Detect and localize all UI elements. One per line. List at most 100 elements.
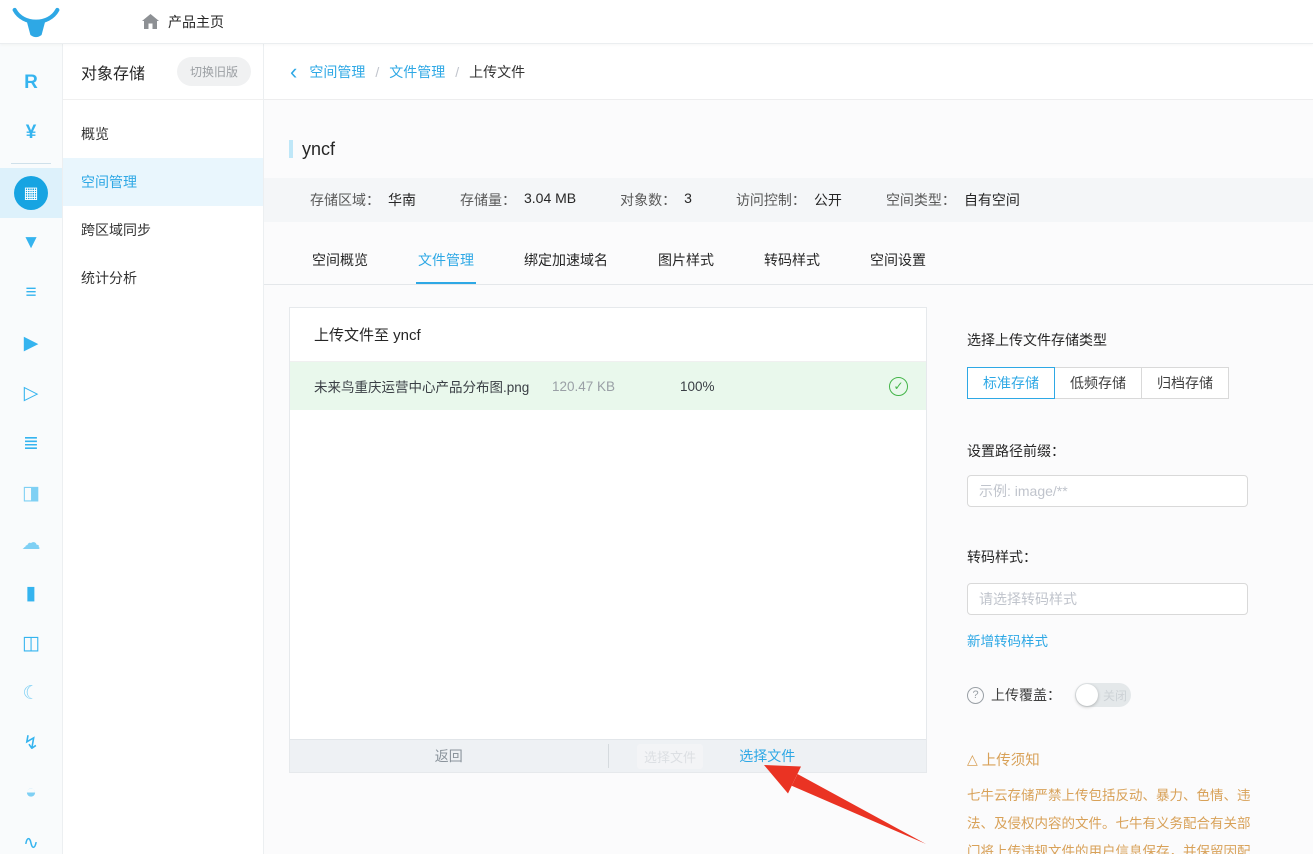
qiniu-logo-icon[interactable] [10,2,62,42]
upload-overwrite-toggle[interactable]: 关闭 [1075,683,1131,707]
page-title: yncf [302,139,335,160]
path-prefix-input[interactable] [967,475,1248,507]
product-home-link[interactable]: 产品主页 [142,12,224,32]
upload-notice-body: 七牛云存储严禁上传包括反动、暴力、色情、违法、及侵权内容的文件。七牛有义务配合有… [967,782,1253,854]
video-doc-glyph: ◨ [22,482,40,505]
moon-icon[interactable]: ☾ [0,668,62,718]
tab-space-settings[interactable]: 空间设置 [868,238,928,284]
page-title-row: yncf [289,136,1313,162]
upload-panel-footer: 返回 选择文件 选择文件 [290,739,926,772]
equalizer-icon[interactable]: ≣ [0,418,62,468]
transcode-style-label: 转码样式： [967,547,1253,567]
book-glyph: ▮ [26,582,36,605]
database-icon[interactable]: ◫ [0,618,62,668]
sidebar-item-statistics[interactable]: 统计分析 [63,254,263,302]
object-storage-sidebar: 对象存储 切换旧版 概览 空间管理 跨区域同步 统计分析 [63,44,264,854]
server-config-icon[interactable]: ≡ [0,268,62,318]
object-storage-icon[interactable]: ▦ [0,168,62,218]
media-processing-glyph: ▷ [24,382,39,405]
back-chevron-icon[interactable]: ‹ [290,61,297,83]
finance-icon[interactable]: ¥ [0,108,62,158]
transcode-style-input[interactable] [967,583,1248,615]
info-region-value: 华南 [388,190,416,210]
info-storage-label: 存储量： [460,190,516,210]
file-size: 120.47 KB [552,379,680,394]
upload-notice-title: 上传须知 [982,749,1040,770]
info-access-control: 访问控制： 公开 [736,190,842,210]
title-accent-bar [289,140,293,158]
warning-icon: △ [967,751,978,768]
sidebar-item-overview[interactable]: 概览 [63,110,263,158]
sidebar-menu: 概览 空间管理 跨区域同步 统计分析 [63,100,263,302]
upload-panel-title: 上传文件至 yncf [290,308,926,362]
product-r-icon[interactable]: R [0,58,62,108]
book-icon[interactable]: ▮ [0,568,62,618]
archive-storage-button[interactable]: 归档存储 [1141,367,1229,399]
cdn-icon[interactable]: ▼ [0,218,62,268]
toggle-state-label: 关闭 [1103,683,1127,707]
info-access-value: 公开 [814,190,842,210]
upload-notice-title-row: △ 上传须知 [967,749,1253,770]
info-storage-value: 3.04 MB [524,190,576,210]
file-name: 未来鸟重庆运营中心产品分布图.png [314,376,552,396]
upload-drop-area[interactable] [290,410,926,739]
database-glyph: ◫ [22,632,40,655]
sidebar-item-cross-region-sync[interactable]: 跨区域同步 [63,206,263,254]
switch-old-version-button[interactable]: 切换旧版 [177,57,251,86]
standard-storage-button[interactable]: 标准存储 [967,367,1055,399]
object-storage-glyph: ▦ [14,176,48,210]
cdn-glyph: ▼ [22,232,41,254]
upload-success-icon: ✓ [889,377,908,396]
rail-divider [0,158,62,168]
back-button[interactable]: 返回 [290,740,608,772]
info-access-label: 访问控制： [736,190,806,210]
file-progress: 100% [680,379,889,394]
bucket-tabs: 空间概览 文件管理 绑定加速域名 图片样式 转码样式 空间设置 [264,238,1313,285]
breadcrumb-separator: / [455,64,459,80]
cable-icon[interactable]: ∿ [0,818,62,854]
tab-bind-domain[interactable]: 绑定加速域名 [522,238,610,284]
info-region-label: 存储区域： [310,190,380,210]
info-space-type-value: 自有空间 [964,190,1020,210]
native-file-input-ghost[interactable]: 选择文件 [637,744,703,769]
sphere-icon[interactable]: ◒ [0,768,62,818]
home-icon [142,14,159,30]
upload-panel: 上传文件至 yncf 未来鸟重庆运营中心产品分布图.png 120.47 KB … [289,307,927,773]
equalizer-glyph: ≣ [23,432,39,455]
finance-glyph: ¥ [26,122,37,144]
sidebar-item-space-management[interactable]: 空间管理 [63,158,263,206]
infrequent-storage-button[interactable]: 低频存储 [1054,367,1142,399]
add-transcode-style-link[interactable]: 新增转码样式 [967,630,1048,650]
upload-overwrite-label: 上传覆盖： [991,685,1061,705]
video-doc-icon[interactable]: ◨ [0,468,62,518]
storage-type-label: 选择上传文件存储类型 [967,330,1253,350]
breadcrumb-current: 上传文件 [469,62,525,82]
breadcrumb-separator: / [375,64,379,80]
storage-type-group: 标准存储 低频存储 归档存储 [967,367,1253,399]
info-storage-size: 存储量： 3.04 MB [460,190,576,210]
info-space-type-label: 空间类型： [886,190,956,210]
lightning-icon[interactable]: ↯ [0,718,62,768]
tab-image-style[interactable]: 图片样式 [656,238,716,284]
cloud-glyph: ☁ [22,532,41,555]
product-icon-rail: R ¥ ▦ ▼ ≡ ▶ ▷ ≣ ◨ ☁ ▮ ◫ ☾ ↯ ◒ ∿ [0,44,63,854]
breadcrumb-space-management[interactable]: 空间管理 [309,62,365,82]
server-config-glyph: ≡ [25,282,36,304]
sidebar-title: 对象存储 [81,60,145,84]
breadcrumb-file-management[interactable]: 文件管理 [389,62,445,82]
info-object-count-label: 对象数： [620,190,676,210]
product-r-glyph: R [24,72,38,94]
help-icon[interactable]: ? [967,687,984,704]
cloud-icon[interactable]: ☁ [0,518,62,568]
tab-transcode-style[interactable]: 转码样式 [762,238,822,284]
media-processing-icon[interactable]: ▷ [0,368,62,418]
upload-overwrite-row: ? 上传覆盖： 关闭 [967,683,1253,707]
uploaded-file-row[interactable]: 未来鸟重庆运营中心产品分布图.png 120.47 KB 100% ✓ [290,362,926,410]
tab-space-overview[interactable]: 空间概览 [310,238,370,284]
info-region: 存储区域： 华南 [310,190,416,210]
info-object-count: 对象数： 3 [620,190,692,210]
tab-file-management[interactable]: 文件管理 [416,238,476,284]
live-tv-icon[interactable]: ▶ [0,318,62,368]
upload-notice: △ 上传须知 七牛云存储严禁上传包括反动、暴力、色情、违法、及侵权内容的文件。七… [967,749,1253,854]
path-prefix-label: 设置路径前缀： [967,441,1253,461]
